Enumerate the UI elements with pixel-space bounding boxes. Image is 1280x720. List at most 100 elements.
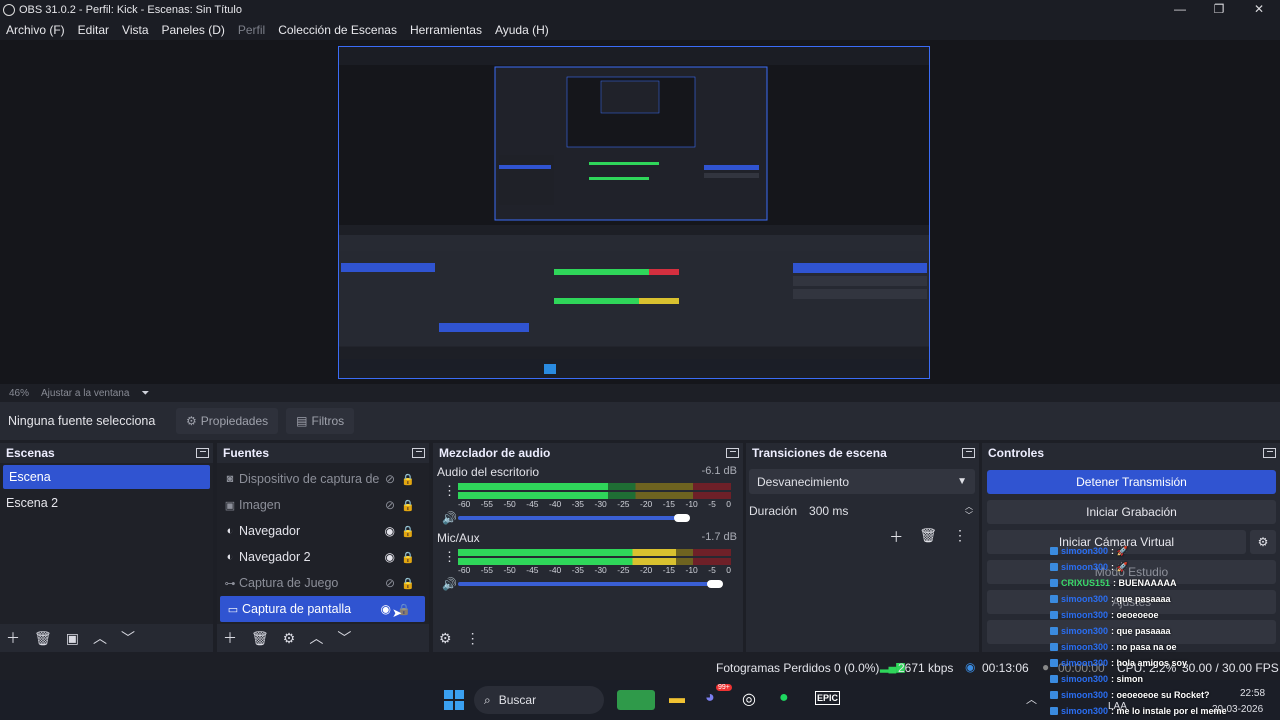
move-down-icon[interactable]: ﹀ [121, 628, 135, 648]
source-item[interactable]: ▣ Imagen ⊘ 🔒 [217, 492, 429, 518]
folder-icon[interactable]: ▬ [669, 690, 685, 708]
discord-icon[interactable]: ◕ [705, 689, 715, 707]
spinner-icon[interactable]: ︿ ﹀ [963, 502, 975, 520]
undock-icon[interactable] [196, 447, 209, 458]
filters-button[interactable]: ▤ Filtros [286, 408, 355, 434]
kick-badge-icon [1050, 691, 1058, 699]
menu-paneles[interactable]: Paneles (D) [162, 23, 225, 37]
channel-name: Audio del escritorio [437, 465, 540, 479]
undock-icon[interactable] [726, 447, 739, 458]
undock-icon[interactable] [412, 447, 425, 458]
menu-dots-icon[interactable]: ⋮ [466, 630, 480, 647]
volume-knob[interactable] [707, 580, 723, 588]
preview-canvas[interactable] [338, 46, 930, 379]
properties-button[interactable]: ⚙ Propiedades [176, 408, 279, 434]
lock-icon[interactable]: 🔒 [401, 473, 415, 486]
maximize-button[interactable]: ❐ [1199, 0, 1239, 19]
scenes-list: Escena Escena 2 [0, 463, 213, 624]
meter-tick-label: -25 [617, 565, 630, 575]
eye-hidden-icon[interactable]: ⊘ [385, 472, 395, 486]
menu-coleccion-escenas[interactable]: Colección de Escenas [278, 23, 397, 37]
menu-ayuda[interactable]: Ayuda (H) [495, 23, 549, 37]
channel-menu-icon[interactable]: ⋮ [443, 483, 456, 499]
lock-icon[interactable]: 🔒 [401, 525, 415, 538]
meter-tick-label: -20 [640, 565, 653, 575]
meter-tick-label: -50 [503, 499, 516, 509]
zoom-fit-dropdown[interactable]: Ajustar a la ventana [41, 388, 129, 399]
undock-icon[interactable] [1263, 447, 1276, 458]
meter-tick-label: -10 [685, 499, 698, 509]
filter-icon[interactable]: ▣ [66, 630, 79, 647]
eye-icon[interactable]: ◉ [385, 524, 395, 538]
lock-icon[interactable]: 🔒 [401, 577, 415, 590]
menu-dots-icon[interactable]: ⋮ [953, 527, 967, 547]
meter-tick-label: -45 [526, 499, 539, 509]
spotify-icon[interactable]: ● [779, 689, 789, 707]
gear-icon[interactable]: ⚙ [283, 630, 296, 647]
close-button[interactable]: ✕ [1239, 0, 1279, 19]
kick-badge-icon [1050, 547, 1058, 555]
globe-icon: ◐ [226, 551, 234, 563]
move-up-icon[interactable]: ︿ [93, 628, 107, 648]
zoom-bar: 46% Ajustar a la ventana ⏷ [0, 384, 1280, 402]
source-item[interactable]: ⊶ Captura de Juego ⊘ 🔒 [217, 570, 429, 596]
scene-item[interactable]: Escena [3, 465, 210, 489]
chat-username: simoon300 [1061, 706, 1109, 716]
start-recording-button[interactable]: Iniciar Grabación [987, 500, 1276, 524]
eye-icon[interactable]: ◉ [385, 550, 395, 564]
source-item[interactable]: ◐ Navegador ◉ 🔒 [217, 518, 429, 544]
taskbar-search[interactable]: ⌕ Buscar [474, 686, 604, 714]
undock-icon[interactable] [962, 447, 975, 458]
transition-selected: Desvanecimiento [757, 474, 850, 489]
epic-games-icon[interactable]: EPIC [815, 691, 841, 705]
eye-hidden-icon[interactable]: ⊘ [385, 498, 395, 512]
add-icon[interactable]: ＋ [889, 527, 903, 547]
kick-badge-icon [1050, 611, 1058, 619]
trash-icon[interactable]: 🗑 [34, 630, 52, 647]
eye-hidden-icon[interactable]: ⊘ [385, 576, 395, 590]
menu-vista[interactable]: Vista [122, 23, 148, 37]
speaker-icon[interactable]: 🔊 [442, 511, 457, 525]
obs-taskbar-icon[interactable]: ◎ [742, 689, 756, 709]
volume-knob[interactable] [674, 514, 690, 522]
game-app-icon[interactable] [617, 690, 655, 710]
stop-stream-button[interactable]: Detener Transmisión [987, 470, 1276, 494]
scene-item[interactable]: Escena 2 [0, 491, 213, 515]
duration-input[interactable]: 300 ms [809, 504, 963, 518]
tray-chevron-icon[interactable]: ︿ [1026, 691, 1037, 707]
source-label: Captura de Juego [239, 576, 339, 590]
chevron-down-icon[interactable]: ⏷ [141, 388, 149, 399]
volume-slider[interactable] [458, 516, 682, 520]
mixer-body: Audio del escritorio -6.1 dB ⋮ -60 -55 -50… [433, 463, 743, 624]
trash-icon[interactable]: 🗑 [251, 630, 269, 647]
channel-menu-icon[interactable]: ⋮ [443, 549, 456, 565]
source-item[interactable]: ◐ Navegador 2 ◉ 🔒 [217, 544, 429, 570]
eye-icon[interactable]: ◉ [381, 602, 391, 616]
trash-icon[interactable]: 🗑 [919, 527, 937, 547]
meter-level [458, 549, 676, 556]
chat-username: simoon300 [1061, 658, 1109, 668]
source-item[interactable]: ▭ Captura de pantalla ◉ 🔒 ➤ [220, 596, 425, 622]
add-icon[interactable]: ＋ [223, 628, 237, 648]
kick-badge-icon [1050, 659, 1058, 667]
meter-tick-label: -60 [458, 499, 471, 509]
move-down-icon[interactable]: ﹀ [337, 628, 351, 648]
chat-message: simoon300: que pasaaaa [1050, 623, 1275, 639]
add-icon[interactable]: ＋ [6, 628, 20, 648]
menu-archivo[interactable]: Archivo (F) [6, 23, 65, 37]
transition-select[interactable]: Desvanecimiento ▼ [749, 469, 975, 494]
move-up-icon[interactable]: ︿ [309, 628, 323, 648]
menu-editar[interactable]: Editar [78, 23, 109, 37]
gear-icon[interactable]: ⚙ [439, 630, 452, 647]
source-item[interactable]: ◙ Dispositivo de captura de ⊘ 🔒 [217, 466, 429, 492]
mixer-channel: Mic/Aux -1.7 dB ⋮ -60 -55 -50 -45 -40 -35 -30-… [433, 529, 743, 595]
menu-bar: Archivo (F) Editar Vista Paneles (D) Per… [0, 19, 1280, 40]
menu-herramientas[interactable]: Herramientas [410, 23, 482, 37]
lock-icon[interactable]: 🔒 [401, 551, 415, 564]
lock-icon[interactable]: 🔒 [401, 499, 415, 512]
speaker-icon[interactable]: 🔊 [442, 577, 457, 591]
volume-slider[interactable] [458, 582, 715, 586]
windows-start-icon[interactable] [444, 690, 464, 710]
minimize-button[interactable]: — [1160, 0, 1200, 19]
mixer-footer: ⚙ ⋮ [433, 624, 743, 652]
